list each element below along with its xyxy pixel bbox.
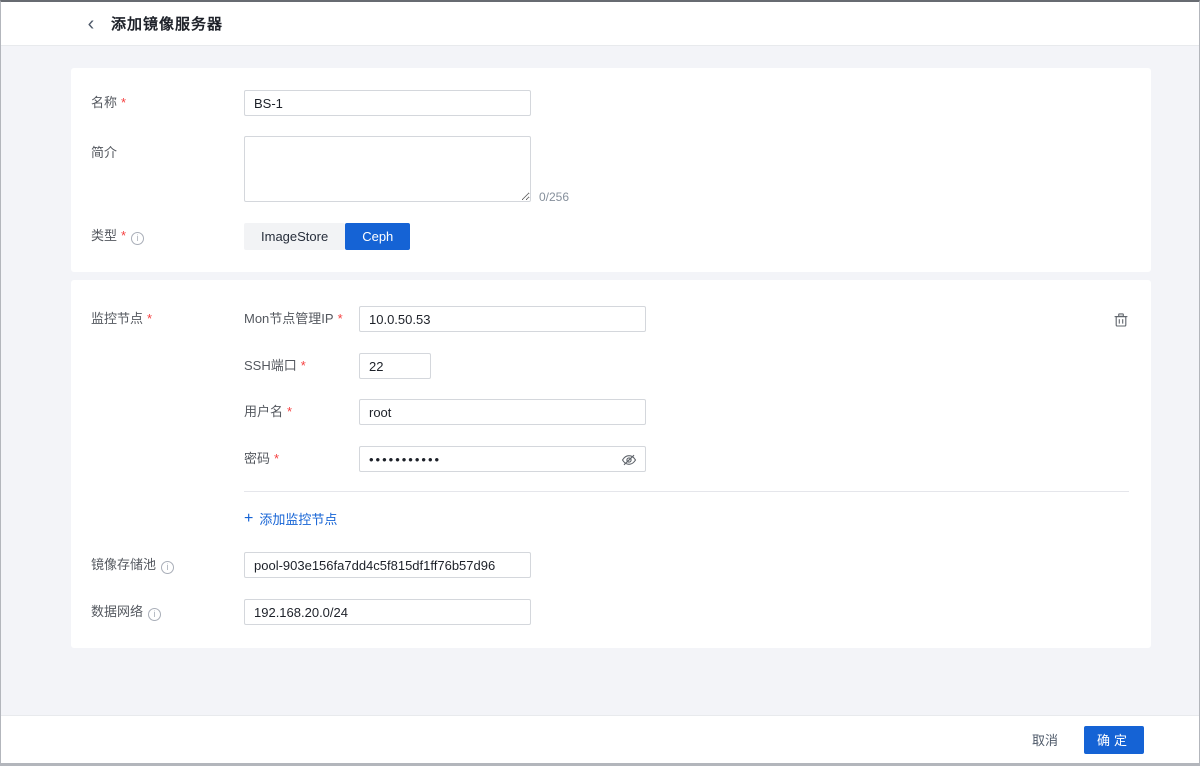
basic-info-card: 名称* 简介 0/256 类型*i ImageStore Ceph (71, 68, 1151, 272)
cancel-button[interactable]: 取消 (1032, 730, 1058, 749)
name-label: 名称* (91, 90, 126, 116)
eye-slash-icon (620, 451, 638, 469)
description-textarea[interactable] (244, 136, 531, 202)
back-chevron-icon: ‹ (88, 14, 95, 34)
username-input[interactable] (359, 399, 646, 425)
type-option-imagestore[interactable]: ImageStore (244, 223, 345, 250)
data-network-input[interactable] (244, 599, 531, 625)
mon-ip-label: Mon节点管理IP* (244, 306, 343, 332)
required-mark: * (274, 451, 279, 466)
username-label: 用户名* (244, 399, 292, 425)
section-divider (244, 491, 1129, 492)
password-label: 密码* (244, 446, 279, 472)
ssh-port-label: SSH端口* (244, 353, 306, 379)
info-icon[interactable]: i (131, 232, 144, 245)
monitor-group-label: 监控节点* (91, 306, 152, 332)
add-image-server-page: ‹ 添加镜像服务器 名称* 简介 0/256 类型*i ImageStore C… (0, 0, 1200, 766)
plus-icon: + (244, 512, 253, 526)
info-icon[interactable]: i (161, 561, 174, 574)
monitor-storage-card: 监控节点* Mon节点管理IP* SSH端口* 用户名* (71, 280, 1151, 648)
type-toggle-group: ImageStore Ceph (244, 223, 410, 250)
password-input[interactable] (359, 446, 646, 472)
toggle-password-visibility-button[interactable] (620, 451, 638, 469)
required-mark: * (121, 228, 126, 243)
add-monitor-node-label: 添加监控节点 (259, 509, 337, 528)
description-label: 简介 (91, 140, 117, 166)
image-pool-label: 镜像存储池i (91, 552, 174, 578)
page-title: 添加镜像服务器 (111, 13, 223, 34)
info-icon[interactable]: i (148, 608, 161, 621)
confirm-button[interactable]: 确定 (1084, 726, 1144, 754)
required-mark: * (301, 358, 306, 373)
required-mark: * (147, 311, 152, 326)
ssh-port-input[interactable] (359, 353, 431, 379)
required-mark: * (338, 311, 343, 326)
add-monitor-node-link[interactable]: + 添加监控节点 (244, 509, 337, 528)
footer-action-bar: 取消 确定 (1, 715, 1199, 763)
required-mark: * (121, 95, 126, 110)
name-input[interactable] (244, 90, 531, 116)
type-option-ceph[interactable]: Ceph (345, 223, 410, 250)
page-header: ‹ 添加镜像服务器 (1, 2, 1199, 46)
mon-ip-input[interactable] (359, 306, 646, 332)
char-counter: 0/256 (539, 190, 569, 204)
back-button[interactable]: ‹ (79, 12, 103, 36)
trash-icon (1112, 311, 1130, 329)
image-pool-input[interactable] (244, 552, 531, 578)
data-network-label: 数据网络i (91, 599, 161, 625)
delete-node-button[interactable] (1112, 311, 1130, 329)
required-mark: * (287, 404, 292, 419)
type-label: 类型*i (91, 223, 144, 249)
